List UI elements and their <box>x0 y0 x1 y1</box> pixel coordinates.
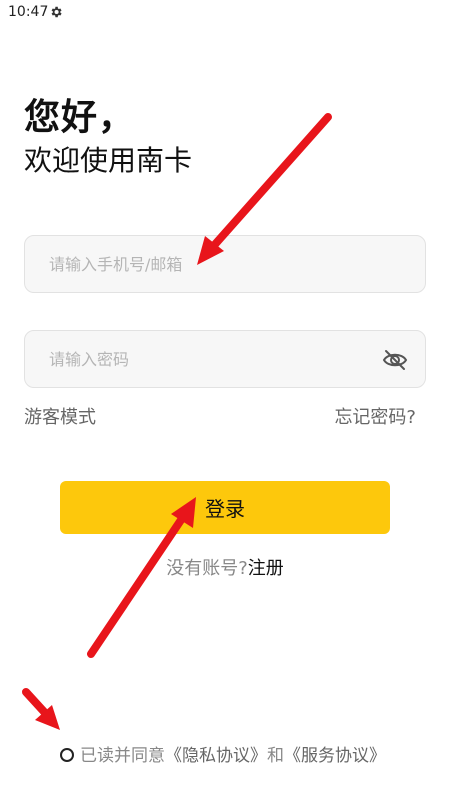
service-agreement-link[interactable]: 《服务协议》 <box>284 746 386 766</box>
agreement-conjunction: 和 <box>267 746 284 766</box>
password-input[interactable] <box>25 331 425 387</box>
agree-radio[interactable] <box>60 748 74 762</box>
annotation-arrow-agreement <box>22 688 60 730</box>
agreement-prefix: 已读并同意 <box>80 746 165 766</box>
welcome-subtitle: 欢迎使用南卡 <box>24 144 193 177</box>
password-field[interactable] <box>24 330 426 388</box>
eye-off-icon[interactable] <box>381 346 409 374</box>
login-button[interactable]: 登录 <box>60 481 390 534</box>
greeting-title: 您好， <box>24 97 136 138</box>
gear-icon <box>51 6 62 18</box>
privacy-policy-link[interactable]: 《隐私协议》 <box>165 746 267 766</box>
account-field[interactable] <box>24 235 426 293</box>
guest-mode-link[interactable]: 游客模式 <box>24 403 96 429</box>
register-prompt: 没有账号? <box>166 558 248 579</box>
register-row: 没有账号?注册 <box>0 554 450 580</box>
status-time: 10:47 <box>8 4 49 20</box>
register-link[interactable]: 注册 <box>248 558 284 579</box>
forgot-password-link[interactable]: 忘记密码? <box>334 403 416 429</box>
account-input[interactable] <box>25 236 425 292</box>
agreement-row: 已读并同意《隐私协议》和《服务协议》 <box>60 741 386 766</box>
status-bar: 10:47 <box>0 0 450 26</box>
